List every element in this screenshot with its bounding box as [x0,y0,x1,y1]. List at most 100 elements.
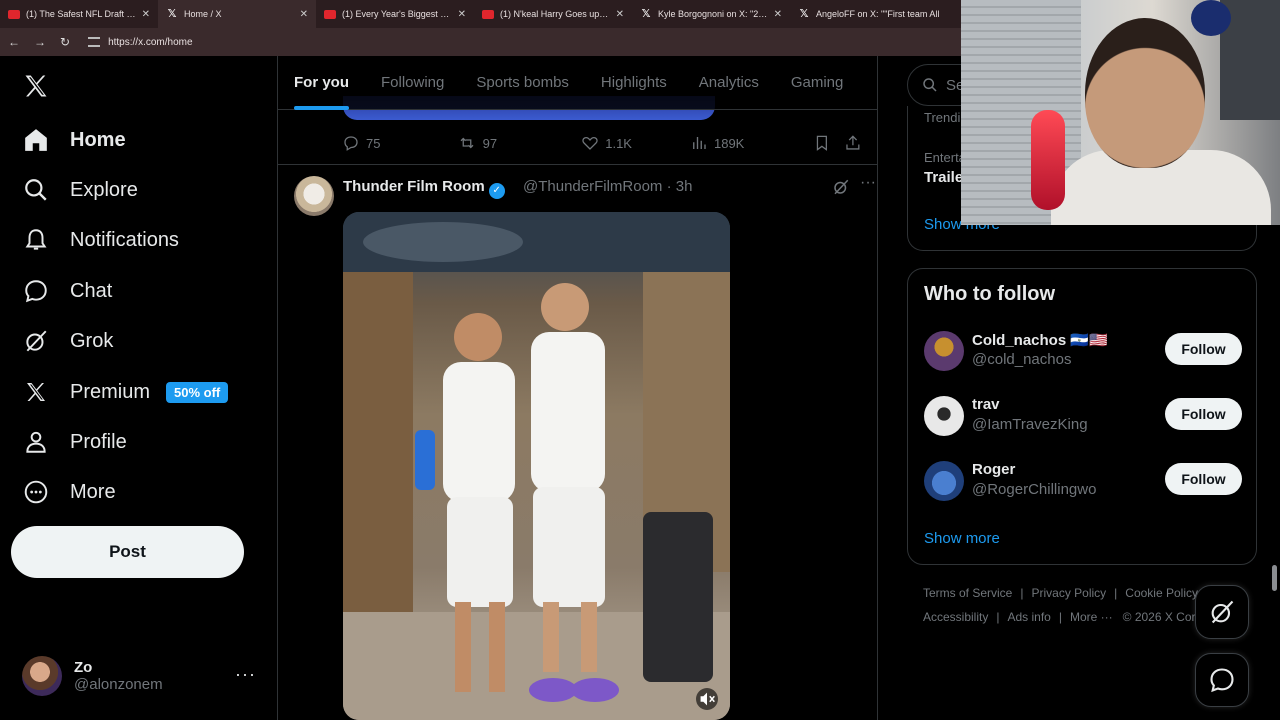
sidebar-item-premium[interactable]: Premium 50% off [22,378,229,406]
sidebar-item-home[interactable]: Home [22,126,126,154]
heart-icon [582,137,598,150]
tweet-author-handle[interactable]: @ThunderFilmRoom · 3h [523,178,692,195]
tab-gaming[interactable]: Gaming [775,56,860,110]
sidebar-item-notifications[interactable]: Notifications [22,226,179,254]
terms-link[interactable]: Terms of Service [923,586,1012,600]
repost-icon [460,137,474,149]
tweet-author-name[interactable]: Thunder Film Room ✓ [343,178,505,199]
tweet-video[interactable] [343,212,730,720]
browser-tab[interactable]: 𝕏 AngeloFF on X: ""First team All [790,0,948,28]
separator: | [996,610,1000,624]
follow-suggestion[interactable]: Roger @RogerChillingwo Follow [924,459,1242,503]
more-horizontal-icon[interactable]: ··· [235,664,256,685]
who-to-follow-show-more-link[interactable]: Show more [924,530,1000,547]
avatar [924,396,964,436]
follow-suggestion[interactable]: trav @IamTravezKing Follow [924,394,1242,438]
accessibility-link[interactable]: Accessibility [923,610,988,624]
reload-icon[interactable]: ↻ [60,35,70,49]
sidebar-item-label: Notifications [70,228,179,251]
scrollbar[interactable] [1272,565,1277,591]
like-button[interactable]: 1.1K [581,134,690,152]
author-name-text: Thunder Film Room [343,178,485,195]
follow-button[interactable]: Follow [1165,398,1242,430]
sidebar-item-explore[interactable]: Explore [22,176,138,204]
follow-button[interactable]: Follow [1165,333,1242,365]
forward-icon[interactable]: → [34,35,46,49]
browser-tab[interactable]: (1) Every Year's Biggest NFL Dra ✕ [316,0,474,28]
repost-button[interactable]: 97 [457,134,582,152]
tab-title: Kyle Borgognoni on X: "2026 R [658,9,768,19]
repost-count: 97 [482,135,498,151]
follow-suggestion[interactable]: Cold_nachos 🇸🇻🇺🇸 @cold_nachos Follow [924,329,1242,373]
sidebar-item-more[interactable]: More [22,478,116,506]
x-logo-icon: 𝕏 [799,7,809,20]
close-icon[interactable]: ✕ [458,9,466,20]
url-field[interactable]: https://x.com/home [88,37,193,48]
sidebar-item-label: Chat [70,279,113,302]
sidebar-item-label: Explore [70,178,138,201]
tab-following[interactable]: Following [365,56,460,110]
youtube-icon [324,9,336,19]
left-sidebar: Home Explore Notifications Chat Grok Pre… [0,56,277,720]
suggestion-handle: @IamTravezKing [972,416,1088,433]
grok-icon[interactable] [832,178,850,196]
tab-highlights[interactable]: Highlights [585,56,683,110]
sidebar-item-label: Premium [70,380,151,403]
more-horizontal-icon[interactable]: ··· [860,174,876,192]
browser-tab[interactable]: 𝕏 Kyle Borgognoni on X: "2026 R ✕ [632,0,790,28]
mute-icon[interactable] [696,688,718,710]
video-frame-image [343,212,730,720]
close-icon[interactable]: ✕ [300,9,308,20]
chat-icon [1210,668,1234,693]
divider [278,164,877,165]
browser-tab-active[interactable]: 𝕏 Home / X ✕ [158,0,316,28]
cap-on-shelf [1191,0,1231,36]
site-settings-icon[interactable] [88,37,101,47]
x-logo-icon[interactable] [22,72,50,100]
browser-tab[interactable]: (1) The Safest NFL Draft Pick is ✕ [0,0,158,28]
browser-tab[interactable]: (1) N'keal Harry Goes up over A ✕ [474,0,632,28]
privacy-link[interactable]: Privacy Policy [1031,586,1106,600]
more-circle-icon [22,478,50,506]
x-logo-icon [22,378,50,406]
close-icon[interactable]: ✕ [774,9,782,20]
more-link[interactable]: More ··· [1070,610,1113,624]
chat-floating-button[interactable] [1195,653,1249,707]
premium-discount-badge: 50% off [166,381,229,403]
tab-analytics[interactable]: Analytics [683,56,775,110]
sidebar-item-profile[interactable]: Profile [22,428,127,456]
ads-info-link[interactable]: Ads info [1007,610,1050,624]
suggestion-name: Cold_nachos 🇸🇻🇺🇸 [972,332,1108,349]
sidebar-item-label: Home [70,128,126,151]
sidebar-item-chat[interactable]: Chat [22,277,112,305]
account-switcher[interactable]: Zo @alonzonem ··· [22,654,262,698]
share-icon[interactable] [844,134,862,152]
close-icon[interactable]: ✕ [616,9,624,20]
cookie-link[interactable]: Cookie Policy [1125,586,1198,600]
separator: | [1114,586,1118,600]
reply-button[interactable]: 75 [342,134,457,152]
separator: | [1058,610,1062,624]
reply-icon [344,136,358,151]
views-button[interactable]: 189K [690,134,813,152]
tab-title: (1) Every Year's Biggest NFL Dra [342,9,452,19]
bookmark-icon[interactable] [813,134,831,152]
microphone [1031,110,1065,210]
tweet-header: Thunder Film Room ✓ @ThunderFilmRoom · 3h… [294,174,876,216]
separator: | [1020,586,1024,600]
suggestion-name: Roger [972,461,1016,478]
webcam-overlay [961,0,1280,225]
back-icon[interactable]: ← [8,35,20,49]
sidebar-item-grok[interactable]: Grok [22,327,113,355]
tab-sports-bombs[interactable]: Sports bombs [460,56,585,110]
suggestion-handle: @RogerChillingwo [972,481,1097,498]
avatar[interactable] [294,176,334,216]
close-icon[interactable]: ✕ [142,9,150,20]
x-logo-icon: 𝕏 [167,7,177,20]
search-icon [22,176,50,204]
grok-floating-button[interactable] [1195,585,1249,639]
x-logo-icon: 𝕏 [641,7,651,20]
tab-for-you[interactable]: For you [278,56,365,110]
follow-button[interactable]: Follow [1165,463,1242,495]
post-button[interactable]: Post [11,526,244,578]
